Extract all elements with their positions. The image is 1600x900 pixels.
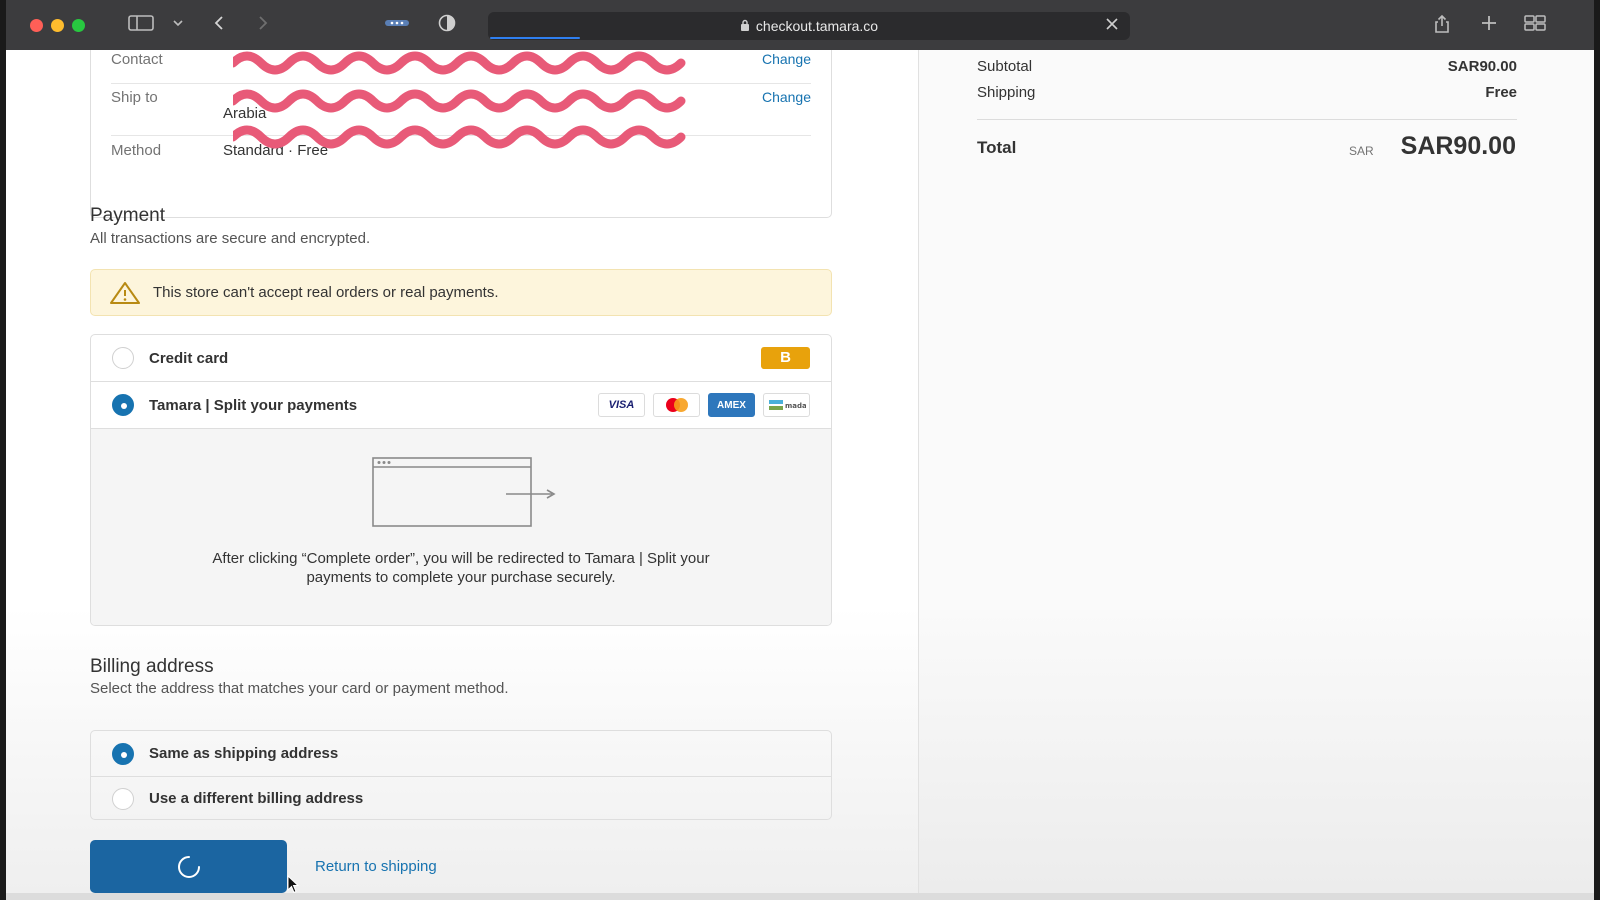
shipping-label: Shipping — [977, 84, 1036, 101]
billing-option-same[interactable]: Same as shipping address — [91, 731, 831, 776]
shield-icon[interactable] — [438, 14, 456, 39]
card-brand-badge: B — [761, 347, 810, 369]
same-address-label: Same as shipping address — [149, 745, 339, 762]
billing-subtitle: Select the address that matches your car… — [90, 680, 509, 697]
shipping-value: Free — [1485, 84, 1517, 101]
redaction-scribble — [233, 89, 686, 113]
window-bottom-edge — [6, 893, 1594, 900]
close-window-button[interactable] — [30, 18, 43, 32]
mada-wordmark: mada — [785, 402, 806, 410]
different-address-radio[interactable] — [112, 787, 134, 810]
zoom-window-button[interactable] — [72, 18, 85, 32]
tamara-redirect-panel: After clicking “Complete order”, you wil… — [91, 428, 831, 625]
browser-toolbar: checkout.tamara.co — [6, 0, 1594, 50]
checkout-page: Contact Change Ship to Arabia Change Met… — [6, 50, 1594, 893]
warning-icon — [110, 281, 140, 304]
mouse-cursor-icon — [287, 875, 300, 893]
extensions-icon[interactable] — [384, 14, 410, 39]
review-block: Contact Change Ship to Arabia Change Met… — [90, 50, 832, 218]
test-mode-warning: This store can't accept real orders or r… — [90, 269, 832, 316]
lock-icon — [740, 19, 750, 34]
warning-text: This store can't accept real orders or r… — [153, 284, 499, 301]
total-value: SAR90.00 — [1400, 132, 1516, 160]
redirect-illustration-icon — [372, 457, 556, 527]
mada-logo: mada — [763, 393, 810, 417]
window-controls — [30, 18, 85, 32]
minimize-window-button[interactable] — [51, 18, 64, 32]
order-summary: Subtotal SAR90.00 Shipping Free Total SA… — [918, 50, 1594, 893]
different-address-label: Use a different billing address — [149, 790, 364, 807]
share-icon[interactable] — [1432, 14, 1452, 41]
redirect-text: After clicking “Complete order”, you wil… — [212, 550, 710, 586]
payment-title: Payment — [90, 205, 165, 226]
credit-card-radio[interactable] — [112, 347, 134, 369]
billing-title: Billing address — [90, 656, 214, 677]
tamara-label: Tamara | Split your payments — [149, 396, 358, 414]
tamara-radio[interactable] — [112, 394, 134, 416]
payment-option-credit-card[interactable]: Credit card B — [91, 335, 831, 381]
change-shipping-link[interactable]: Change — [762, 89, 811, 105]
redaction-scribble — [233, 51, 686, 75]
mastercard-logo — [653, 393, 700, 417]
same-address-radio[interactable] — [112, 742, 134, 765]
payment-option-tamara[interactable]: Tamara | Split your payments VISA AMEX m… — [91, 382, 831, 428]
visa-logo: VISA — [598, 393, 645, 417]
sidebar-icon[interactable] — [128, 14, 154, 39]
method-label: Method — [111, 142, 162, 159]
ship-to-label: Ship to — [111, 89, 158, 106]
billing-options: Same as shipping address Use a different… — [90, 730, 832, 820]
new-tab-icon[interactable] — [1480, 14, 1498, 39]
credit-card-label: Credit card — [149, 349, 229, 367]
payment-methods: Credit card B Tamara | Split your paymen… — [90, 334, 832, 626]
total-currency: SAR — [1349, 144, 1374, 158]
billing-option-different[interactable]: Use a different billing address — [91, 776, 831, 819]
total-label: Total — [977, 138, 1017, 157]
contact-label: Contact — [111, 51, 163, 68]
page-load-progress — [490, 37, 580, 39]
loading-spinner-icon — [177, 855, 200, 878]
redaction-scribble — [233, 125, 686, 149]
address-bar[interactable]: checkout.tamara.co — [488, 12, 1130, 40]
change-contact-link[interactable]: Change — [762, 51, 811, 67]
back-icon[interactable] — [212, 14, 226, 39]
payment-subtitle: All transactions are secure and encrypte… — [90, 230, 371, 247]
amex-logo: AMEX — [708, 393, 755, 417]
subtotal-label: Subtotal — [977, 58, 1033, 75]
chevron-down-icon[interactable] — [172, 14, 184, 39]
complete-order-button[interactable] — [90, 840, 287, 893]
subtotal-value: SAR90.00 — [1447, 58, 1517, 75]
divider — [111, 83, 811, 84]
return-to-shipping-link[interactable]: Return to shipping — [315, 858, 437, 875]
accepted-cards: VISA AMEX mada — [598, 393, 810, 417]
checkout-main: Contact Change Ship to Arabia Change Met… — [6, 50, 918, 893]
url-text: checkout.tamara.co — [755, 18, 879, 34]
divider — [977, 119, 1517, 120]
close-icon[interactable] — [1106, 17, 1118, 34]
tab-overview-icon[interactable] — [1524, 14, 1546, 39]
forward-icon[interactable] — [256, 14, 270, 39]
